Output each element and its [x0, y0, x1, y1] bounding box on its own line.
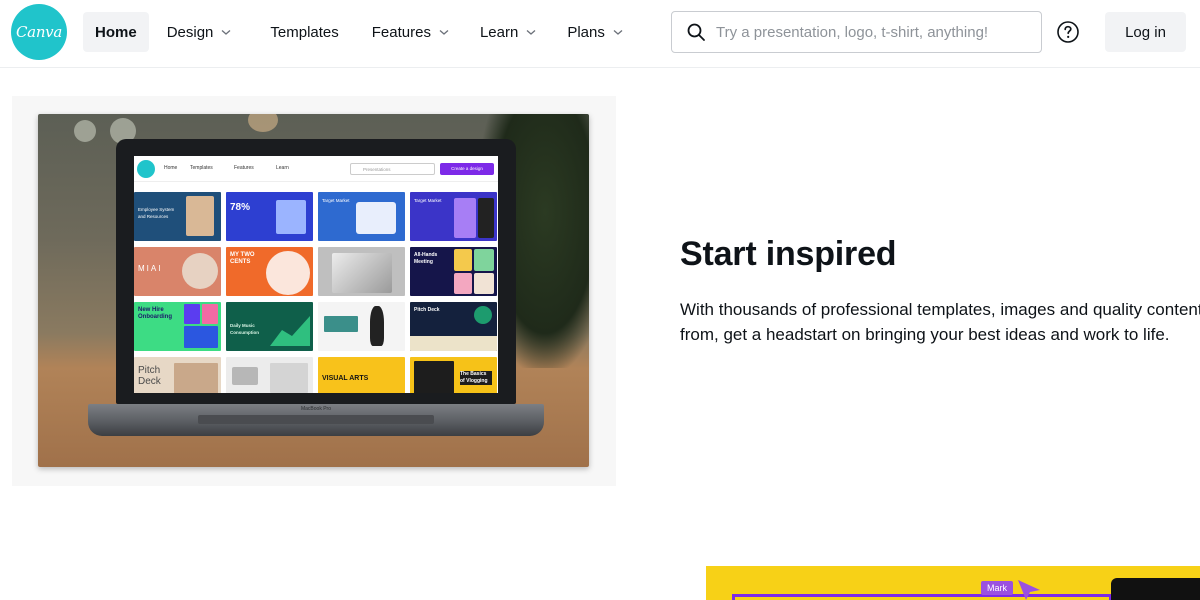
template-tile: VISUAL ARTS [318, 357, 405, 393]
mini-nav-label: Learn [276, 165, 289, 171]
section-description: With thousands of professional templates… [680, 300, 1200, 344]
template-tile: The Basics of Vlogging [410, 357, 497, 393]
mini-logo [137, 160, 155, 178]
template-tile: Target Market [318, 192, 405, 241]
laptop-photo: Home Templates Features Learn Presentati… [38, 114, 589, 467]
nav-item-learn[interactable]: Learn [450, 12, 537, 52]
login-button[interactable]: Log in [1105, 12, 1186, 52]
mini-search: Presentations [350, 163, 435, 175]
chevron-down-icon [526, 30, 536, 35]
template-tile: Pitch Deck [134, 357, 221, 393]
template-tile [318, 247, 405, 296]
question-circle-icon[interactable] [1056, 20, 1080, 44]
laptop-keyboard [198, 415, 434, 424]
cursor-arrow-icon [1018, 580, 1040, 600]
canva-logo[interactable]: Canva [11, 4, 67, 60]
template-tile [226, 357, 313, 393]
mini-nav-label: Features [234, 165, 254, 171]
section-title: Start inspired [680, 235, 897, 273]
peek-outline [732, 594, 1112, 600]
mini-cta: Create a design [440, 163, 494, 175]
template-tile: 78% [226, 192, 313, 241]
nav-label: Plans [567, 23, 605, 41]
laptop-base: MacBook Pro [88, 404, 544, 436]
nav-label: Home [95, 23, 137, 41]
peek-dark-panel [1111, 578, 1200, 600]
nav-item-home[interactable]: Home [83, 12, 149, 52]
template-tile: New Hire Onboarding [134, 302, 221, 351]
nav-item-design[interactable]: Design [149, 12, 245, 52]
nav-label: Learn [479, 23, 519, 41]
nav-label: Features [371, 23, 431, 41]
top-header: Canva Home Design Templates Features Lea… [0, 0, 1200, 68]
chevron-down-icon [613, 30, 623, 35]
chevron-down-icon [439, 30, 449, 35]
nav-item-plans[interactable]: Plans [537, 12, 624, 52]
bokeh-light [74, 120, 96, 142]
nav-label: Templates [270, 23, 339, 41]
nav-item-templates[interactable]: Templates [244, 12, 338, 52]
screen-content: Home Templates Features Learn Presentati… [134, 156, 498, 393]
logo-wordmark: Canva [16, 23, 62, 41]
nav-label: Design [166, 23, 214, 41]
template-tile [318, 302, 405, 351]
bokeh-light [248, 114, 278, 132]
template-tile: MIAI [134, 247, 221, 296]
template-tile: Daily Music Consumption [226, 302, 313, 351]
chevron-down-icon [221, 30, 231, 35]
template-tile: Employee System and Resources [134, 192, 221, 241]
search-input[interactable] [716, 23, 1036, 41]
template-tile: Target Market [410, 192, 497, 241]
template-tile: Pitch Deck [410, 302, 497, 351]
laptop-screen: Home Templates Features Learn Presentati… [116, 139, 516, 404]
next-section-image [706, 566, 1200, 600]
collaborator-badge: Mark [981, 581, 1013, 595]
mini-nav: Home Templates Features Learn Presentati… [134, 156, 498, 182]
laptop-model-label: MacBook Pro [300, 406, 331, 412]
mini-nav-label: Templates [190, 165, 213, 171]
nav-item-features[interactable]: Features [339, 12, 450, 52]
main-nav: Home Design Templates Features Learn Pla… [83, 12, 624, 52]
search-box[interactable] [671, 11, 1042, 53]
template-tile: All-Hands Meeting [410, 247, 497, 296]
mini-nav-label: Home [164, 165, 178, 171]
template-tile: MY TWO CENTS [226, 247, 313, 296]
search-icon [687, 23, 705, 41]
